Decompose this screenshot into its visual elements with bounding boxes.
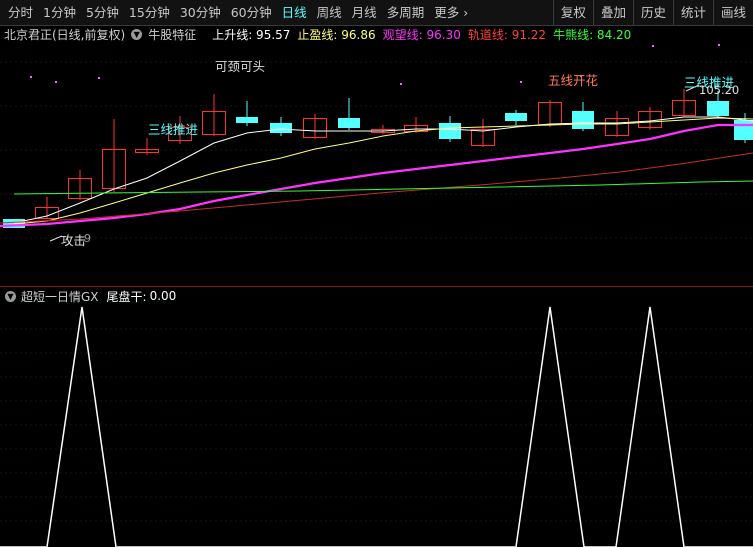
ma-line-magenta (0, 123, 753, 228)
toolbar-button[interactable]: 复权 (552, 0, 593, 25)
marker-dot (98, 77, 100, 79)
period-tab[interactable]: 30分钟 (175, 0, 226, 25)
marker-dot (400, 83, 402, 85)
candle-body (505, 113, 527, 121)
low-price-label: 9 (84, 232, 91, 245)
period-tab[interactable]: 分时 (0, 0, 38, 25)
period-tab[interactable]: 15分钟 (124, 0, 175, 25)
period-toolbar: 分时 1分钟 5分钟 15分钟 30分钟 60分钟 日线 周线 月线 多周期 更多 › 复权 叠加 历史… (0, 0, 753, 26)
sub-indicator-name[interactable]: 超短一日情GX (21, 288, 99, 305)
chevron-down-icon[interactable]: ▼ (131, 28, 143, 40)
line-legend: 上升线: 95.57 止盈线: 96.86 观望线: 96.30 轨道线: 91.22… (212, 26, 638, 43)
period-tab[interactable]: 日线 (277, 0, 312, 25)
marker-dot (652, 45, 654, 47)
marker-dot (718, 44, 720, 46)
annotation-wuxian: 五线开花 (548, 73, 599, 88)
period-tab[interactable]: 月线 (347, 0, 382, 25)
indicator-name[interactable]: 牛股特征 (148, 26, 196, 43)
annotation-attack: 攻击 (61, 233, 87, 248)
more-menu[interactable]: 更多 › (429, 0, 473, 25)
candle-body (734, 120, 753, 140)
signal-chart[interactable] (0, 305, 753, 547)
candle-body (338, 118, 360, 128)
toolbar-button[interactable]: 历史 (632, 0, 673, 25)
legend-item: 止盈线: 96.86 (297, 27, 376, 42)
period-tab[interactable]: 1分钟 (38, 0, 81, 25)
legend-item: 观望线: 96.30 (382, 27, 461, 42)
sub-value-label: 尾盘干: (106, 289, 147, 304)
legend-item: 轨道线: 91.22 (467, 27, 547, 42)
candle-body (707, 101, 729, 116)
toolbar-button[interactable]: 统计 (672, 0, 713, 25)
candle-body (236, 117, 258, 123)
legend-item: 上升线: 95.57 (212, 27, 291, 42)
signal-line (0, 306, 753, 547)
stock-title: 北京君正(日线,前复权) (4, 27, 126, 42)
toolbar-actions: 复权 叠加 历史 统计 画线 (552, 0, 753, 25)
toolbar-button[interactable]: 画线 (712, 0, 753, 25)
legend-item: 牛熊线: 84.20 (553, 27, 632, 42)
period-tabs: 分时 1分钟 5分钟 15分钟 30分钟 60分钟 日线 周线 月线 多周期 更多 › (0, 0, 473, 25)
high-price-label: 105.20 (699, 83, 740, 97)
marker-dot (55, 81, 57, 83)
main-chart-info-bar: 北京君正(日线,前复权) ▼ 牛股特征 上升线: 95.57 止盈线: 96.86… (0, 25, 753, 43)
candlestick-chart[interactable] (0, 43, 753, 286)
candle-body (572, 111, 594, 129)
annotation-kejing: 可颈可头 (215, 59, 266, 74)
candle-body (270, 123, 292, 133)
marker-dot (30, 76, 32, 78)
chevron-down-icon[interactable]: ▼ (5, 290, 16, 302)
marker-dot (520, 81, 522, 83)
sub-chart-info-bar: ▼ 超短一日情GX 尾盘干: 0.00 (0, 288, 176, 304)
period-tab[interactable]: 周线 (312, 0, 347, 25)
ma-line-green (13, 180, 753, 195)
sub-value: 0.00 (149, 289, 177, 303)
chevron-right-icon: › (459, 5, 469, 20)
candle-body (439, 123, 461, 139)
annotation-sanxian-1: 三线推进 (148, 122, 199, 137)
period-tab[interactable]: 多周期 (382, 0, 430, 25)
period-tab[interactable]: 60分钟 (226, 0, 277, 25)
toolbar-button[interactable]: 叠加 (592, 0, 633, 25)
period-tab[interactable]: 5分钟 (81, 0, 124, 25)
